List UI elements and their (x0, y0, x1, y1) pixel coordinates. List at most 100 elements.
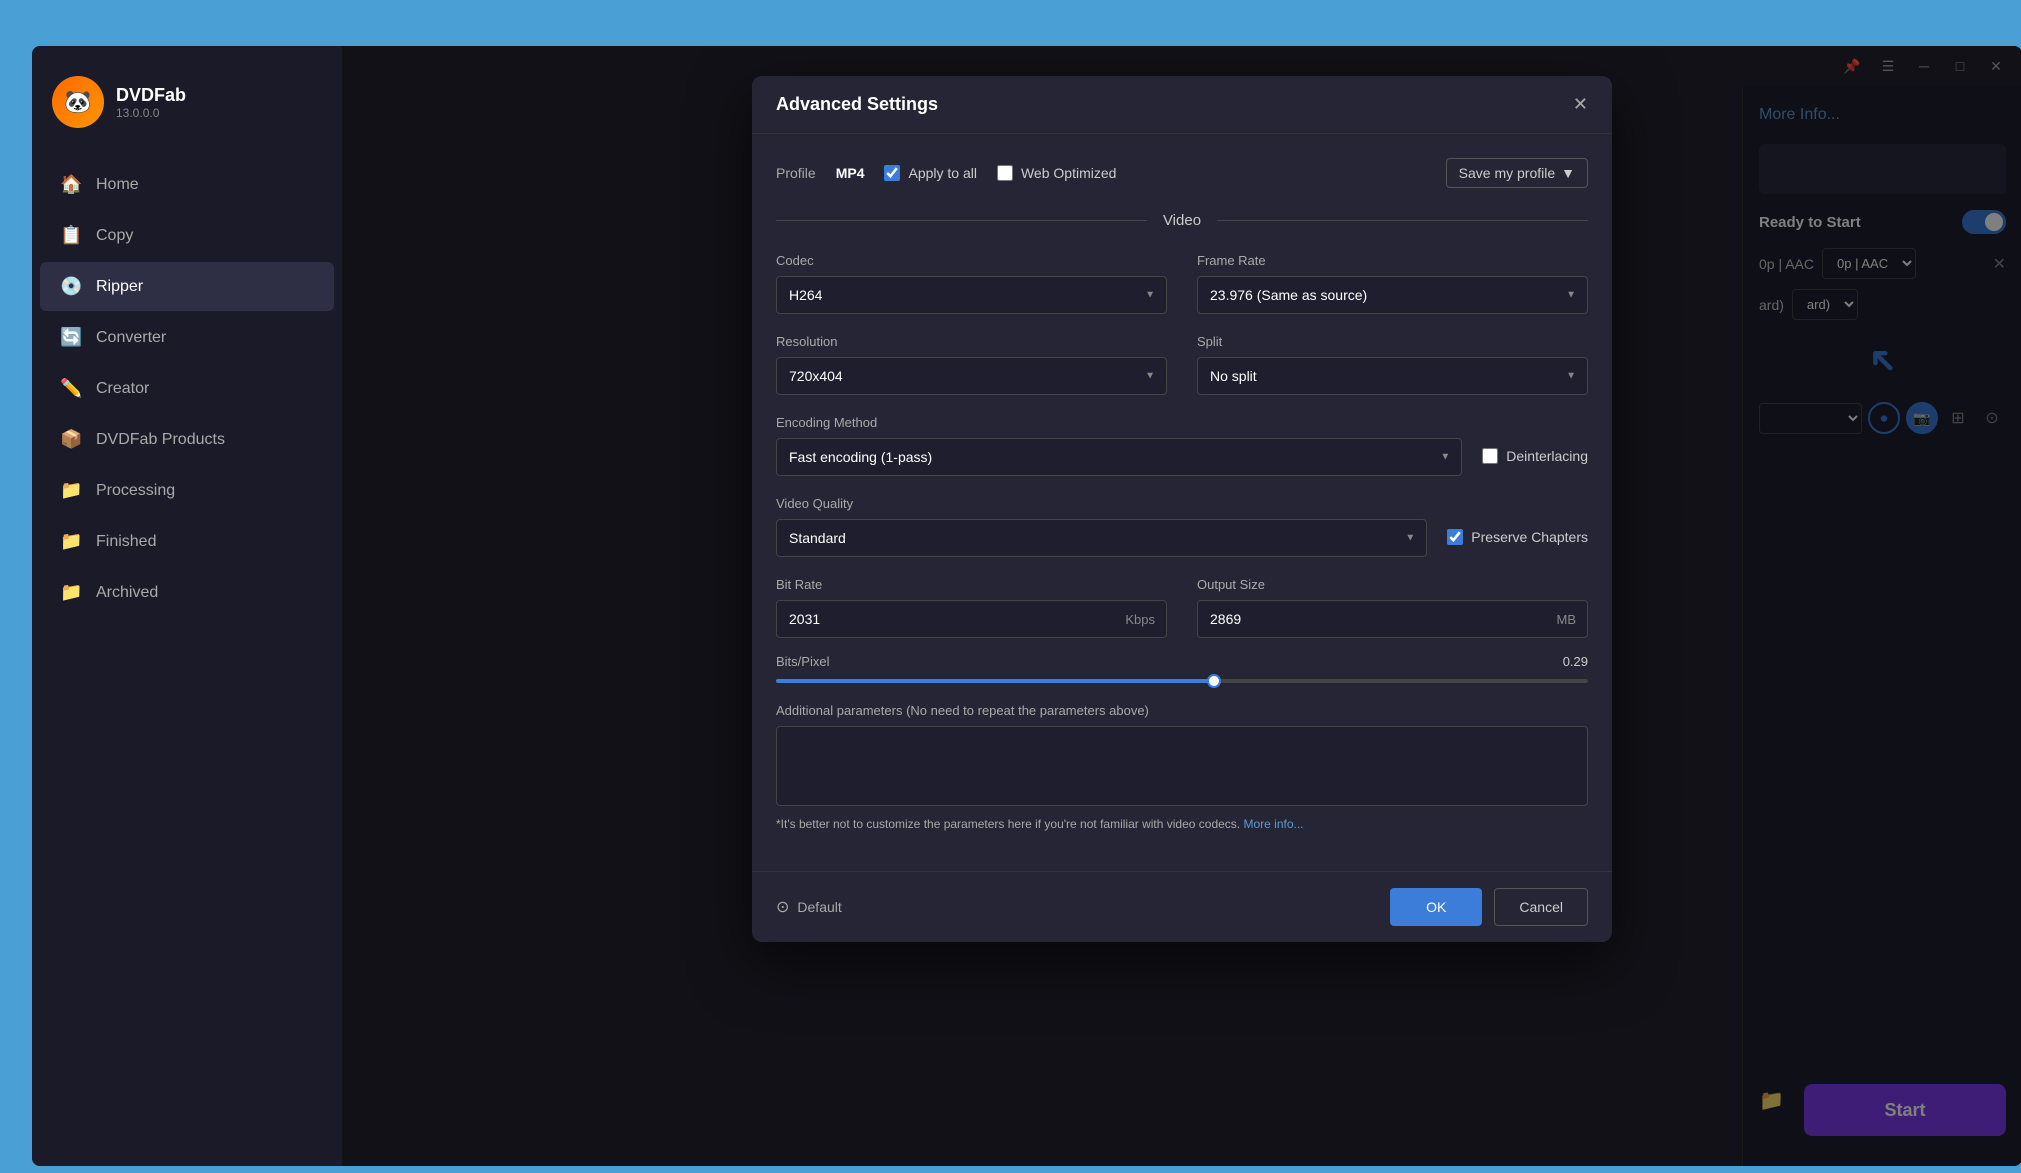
preserve-chapters-checkbox[interactable]: Preserve Chapters (1447, 529, 1588, 545)
video-quality-select-wrapper: Standard High Very High (776, 519, 1427, 557)
video-section-label: Video (1163, 212, 1201, 229)
encoding-select-wrapper: Fast encoding (1-pass) HQ encoding (2-pa… (776, 438, 1462, 476)
advanced-settings-dialog: Advanced Settings ✕ Profile MP4 Apply to… (752, 76, 1612, 942)
dropdown-icon: ▼ (1561, 165, 1575, 181)
codec-select-wrapper: H264 H265 MPEG4 (776, 276, 1167, 314)
modal-overlay: Advanced Settings ✕ Profile MP4 Apply to… (342, 46, 2021, 1166)
deinterlacing-checkbox[interactable]: Deinterlacing (1482, 448, 1588, 464)
bits-pixel-label: Bits/Pixel (776, 654, 829, 669)
bit-rate-field: Bit Rate Kbps (776, 577, 1167, 638)
sidebar-item-converter[interactable]: 🔄 Converter (40, 313, 334, 362)
app-logo: 🐼 DVDFab 13.0.0.0 (32, 66, 342, 158)
slider-header: Bits/Pixel 0.29 (776, 654, 1588, 669)
default-label: Default (797, 899, 841, 915)
split-select[interactable]: No split By size By time (1197, 357, 1588, 395)
sidebar-item-copy[interactable]: 📋 Copy (40, 211, 334, 260)
split-field: Split No split By size By time (1197, 334, 1588, 395)
divider-line-right (1217, 220, 1588, 221)
profile-label: Profile (776, 165, 816, 181)
sidebar-item-ripper-label: Ripper (96, 278, 143, 296)
apply-to-all-checkbox[interactable]: Apply to all (884, 165, 976, 181)
bits-pixel-slider-track[interactable] (776, 679, 1588, 683)
default-radio-icon: ⊙ (776, 897, 789, 917)
more-info-link[interactable]: More info... (1243, 817, 1303, 831)
default-button[interactable]: ⊙ Default (776, 897, 842, 917)
resolution-select[interactable]: 720x404 1280x720 1920x1080 (776, 357, 1167, 395)
resolution-label: Resolution (776, 334, 1167, 349)
save-profile-label: Save my profile (1459, 165, 1555, 181)
profile-row: Profile MP4 Apply to all Web Optimized (776, 158, 1588, 188)
output-size-input[interactable] (1197, 600, 1588, 638)
apply-to-all-input[interactable] (884, 165, 900, 181)
main-content: Advanced Settings ✕ Profile MP4 Apply to… (342, 46, 2021, 1166)
dialog-body: Profile MP4 Apply to all Web Optimized (752, 134, 1612, 871)
additional-params-textarea[interactable] (776, 726, 1588, 806)
web-optimized-input[interactable] (997, 165, 1013, 181)
bit-rate-input[interactable] (776, 600, 1167, 638)
cancel-button[interactable]: Cancel (1494, 888, 1588, 926)
encoding-method-select[interactable]: Fast encoding (1-pass) HQ encoding (2-pa… (776, 438, 1462, 476)
output-size-unit: MB (1557, 612, 1577, 627)
codec-select[interactable]: H264 H265 MPEG4 (776, 276, 1167, 314)
video-quality-select[interactable]: Standard High Very High (776, 519, 1427, 557)
frame-rate-label: Frame Rate (1197, 253, 1588, 268)
sidebar-item-processing[interactable]: 📁 Processing (40, 466, 334, 515)
split-label: Split (1197, 334, 1588, 349)
frame-rate-select-wrapper: 23.976 (Same as source) 24 25 30 (1197, 276, 1588, 314)
profile-value: MP4 (836, 165, 865, 181)
sidebar-item-creator[interactable]: ✏️ Creator (40, 364, 334, 413)
output-size-label: Output Size (1197, 577, 1588, 592)
ok-button[interactable]: OK (1390, 888, 1482, 926)
sidebar: 🐼 DVDFab 13.0.0.0 🏠 Home 📋 Copy 💿 Ripper… (32, 46, 342, 1166)
quality-row: Video Quality Standard High Very High (776, 496, 1588, 557)
codec-field: Codec H264 H265 MPEG4 (776, 253, 1167, 314)
additional-params-label: Additional parameters (No need to repeat… (776, 703, 1588, 718)
footer-right: OK Cancel (1390, 888, 1588, 926)
output-size-input-wrapper: MB (1197, 600, 1588, 638)
encoding-row: Encoding Method Fast encoding (1-pass) H… (776, 415, 1588, 476)
sidebar-item-home-label: Home (96, 176, 139, 194)
save-profile-button[interactable]: Save my profile ▼ (1446, 158, 1588, 188)
bits-pixel-section: Bits/Pixel 0.29 (776, 654, 1588, 683)
frame-rate-select[interactable]: 23.976 (Same as source) 24 25 30 (1197, 276, 1588, 314)
sidebar-item-copy-label: Copy (96, 227, 133, 245)
web-optimized-checkbox[interactable]: Web Optimized (997, 165, 1116, 181)
sidebar-item-creator-label: Creator (96, 380, 149, 398)
resolution-split-row: Resolution 720x404 1280x720 1920x1080 Sp… (776, 334, 1588, 395)
divider-line-left (776, 220, 1147, 221)
preserve-chapters-label: Preserve Chapters (1471, 529, 1588, 545)
video-quality-field: Video Quality Standard High Very High (776, 496, 1427, 557)
resolution-select-wrapper: 720x404 1280x720 1920x1080 (776, 357, 1167, 395)
bits-pixel-value: 0.29 (1563, 654, 1588, 669)
deinterlacing-input[interactable] (1482, 448, 1498, 464)
creator-icon: ✏️ (60, 378, 82, 399)
output-size-field: Output Size MB (1197, 577, 1588, 638)
warning-text: *It's better not to customize the parame… (776, 817, 1588, 831)
bit-rate-label: Bit Rate (776, 577, 1167, 592)
products-icon: 📦 (60, 429, 82, 450)
frame-rate-field: Frame Rate 23.976 (Same as source) 24 25… (1197, 253, 1588, 314)
bit-rate-unit: Kbps (1125, 612, 1155, 627)
preserve-chapters-input[interactable] (1447, 529, 1463, 545)
sidebar-item-archived-label: Archived (96, 584, 158, 602)
home-icon: 🏠 (60, 174, 82, 195)
slider-thumb[interactable] (1207, 674, 1221, 688)
sidebar-item-ripper[interactable]: 💿 Ripper (40, 262, 334, 311)
logo-icon: 🐼 (52, 76, 104, 128)
sidebar-item-finished[interactable]: 📁 Finished (40, 517, 334, 566)
finished-icon: 📁 (60, 531, 82, 552)
sidebar-item-archived[interactable]: 📁 Archived (40, 568, 334, 617)
dialog-title: Advanced Settings (776, 94, 938, 115)
resolution-field: Resolution 720x404 1280x720 1920x1080 (776, 334, 1167, 395)
sidebar-item-home[interactable]: 🏠 Home (40, 160, 334, 209)
sidebar-item-dvdfab-products[interactable]: 📦 DVDFab Products (40, 415, 334, 464)
video-quality-label: Video Quality (776, 496, 1427, 511)
bitrate-output-row: Bit Rate Kbps Output Size MB (776, 577, 1588, 638)
deinterlacing-label: Deinterlacing (1506, 448, 1588, 464)
app-version: 13.0.0.0 (116, 106, 186, 120)
additional-params-section: Additional parameters (No need to repeat… (776, 703, 1588, 831)
encoding-method-field: Encoding Method Fast encoding (1-pass) H… (776, 415, 1462, 476)
ripper-icon: 💿 (60, 276, 82, 297)
app-name: DVDFab (116, 85, 186, 106)
dialog-close-button[interactable]: ✕ (1573, 94, 1588, 115)
